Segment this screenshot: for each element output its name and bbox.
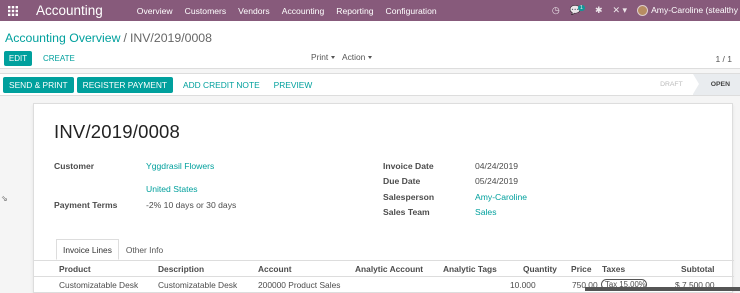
tab-invoice-lines[interactable]: Invoice Lines	[56, 239, 119, 260]
breadcrumb: Accounting Overview / INV/2019/0008	[5, 31, 212, 45]
top-navbar: Accounting Overview Customers Vendors Ac…	[0, 0, 740, 21]
col-subtotal[interactable]: Subtotal	[681, 264, 715, 274]
breadcrumb-current: INV/2019/0008	[129, 31, 212, 45]
mouse-cursor-icon: ⇘	[1, 194, 8, 203]
col-description[interactable]: Description	[158, 264, 204, 274]
systray: ◷ 💬1 ✱ ✕ ▾ Amy-Caroline (stealthy	[552, 0, 740, 21]
sales-team-label: Sales Team	[383, 207, 430, 217]
cell-product: Customizatable Desk	[59, 280, 139, 290]
menu-overview[interactable]: Overview	[131, 6, 179, 16]
payment-terms-value: -2% 10 days or 30 days	[146, 200, 237, 210]
invoice-date-value: 04/24/2019	[475, 161, 519, 171]
stage-draft[interactable]: DRAFT	[650, 74, 693, 95]
col-product[interactable]: Product	[59, 264, 91, 274]
invoice-sheet: INV/2019/0008 Customer Yggdrasil Flowers…	[33, 103, 734, 293]
notebook-tabs: Invoice Lines Other Info	[56, 239, 170, 261]
cell-description: Customizatable Desk	[158, 280, 238, 290]
customer-label: Customer	[54, 161, 95, 171]
send-print-button[interactable]: SEND & PRINT	[3, 76, 74, 93]
col-analytic-tags[interactable]: Analytic Tags	[443, 264, 497, 274]
messages-badge: 1	[577, 5, 585, 11]
preview-button[interactable]: PREVIEW	[268, 77, 319, 93]
edit-button[interactable]: EDIT	[4, 51, 32, 66]
status-bar: SEND & PRINT REGISTER PAYMENT ADD CREDIT…	[0, 73, 740, 96]
lines-table-header: Product Description Account Analytic Acc…	[34, 261, 734, 277]
customer-link[interactable]: Yggdrasil Flowers	[146, 161, 214, 171]
tab-other-info[interactable]: Other Info	[119, 239, 170, 260]
register-payment-button[interactable]: REGISTER PAYMENT	[76, 76, 174, 93]
chevron-down-icon	[331, 55, 336, 59]
avatar	[637, 5, 649, 17]
menu-accounting[interactable]: Accounting	[276, 6, 331, 16]
messages-icon[interactable]: 💬1	[570, 5, 585, 16]
cell-quantity: 10.000	[510, 280, 536, 290]
overlay-strip	[585, 287, 740, 291]
app-brand[interactable]: Accounting	[36, 3, 103, 18]
sales-team-link[interactable]: Sales	[475, 207, 497, 217]
print-dropdown[interactable]: Print	[311, 51, 336, 63]
menu-configuration[interactable]: Configuration	[380, 6, 443, 16]
create-button[interactable]: CREATE	[43, 51, 75, 66]
bug-icon[interactable]: ✱	[595, 5, 603, 16]
menu-reporting[interactable]: Reporting	[330, 6, 379, 16]
breadcrumb-parent[interactable]: Accounting Overview	[5, 31, 121, 45]
col-taxes[interactable]: Taxes	[602, 264, 625, 274]
apps-grid-icon[interactable]	[0, 0, 26, 21]
clock-icon[interactable]: ◷	[552, 5, 560, 16]
customer-country[interactable]: United States	[146, 184, 198, 194]
salesperson-link[interactable]: Amy-Caroline	[475, 192, 527, 202]
breadcrumb-separator: /	[123, 31, 127, 45]
stage-open[interactable]: OPEN	[692, 74, 740, 95]
tools-icon[interactable]: ✕ ▾	[613, 5, 628, 16]
col-price[interactable]: Price	[571, 264, 592, 274]
cell-account: 200000 Product Sales	[258, 280, 341, 290]
payment-terms-label: Payment Terms	[54, 200, 118, 210]
col-quantity[interactable]: Quantity	[523, 264, 557, 274]
salesperson-label: Salesperson	[383, 192, 435, 202]
col-account[interactable]: Account	[258, 264, 292, 274]
user-name: Amy-Caroline (stealthy	[651, 4, 738, 15]
due-date-label: Due Date	[383, 176, 421, 186]
action-dropdown[interactable]: Action	[342, 51, 373, 63]
menu-customers[interactable]: Customers	[179, 6, 233, 16]
control-panel: Accounting Overview / INV/2019/0008 EDIT C…	[0, 21, 740, 69]
user-menu[interactable]: Amy-Caroline (stealthy	[637, 4, 738, 17]
stage-bar: DRAFT OPEN	[650, 74, 740, 95]
pager[interactable]: 1 / 1	[715, 54, 732, 64]
menu-vendors[interactable]: Vendors	[232, 6, 276, 16]
print-label: Print	[311, 52, 329, 62]
invoice-date-label: Invoice Date	[383, 161, 434, 171]
main-menu: Overview Customers Vendors Accounting Re…	[131, 6, 443, 16]
chevron-down-icon	[368, 55, 373, 59]
action-label: Action	[342, 52, 366, 62]
add-credit-note-button[interactable]: ADD CREDIT NOTE	[177, 77, 266, 93]
col-analytic-account[interactable]: Analytic Account	[355, 264, 423, 274]
due-date-value: 05/24/2019	[475, 176, 519, 186]
invoice-number: INV/2019/0008	[54, 121, 181, 142]
